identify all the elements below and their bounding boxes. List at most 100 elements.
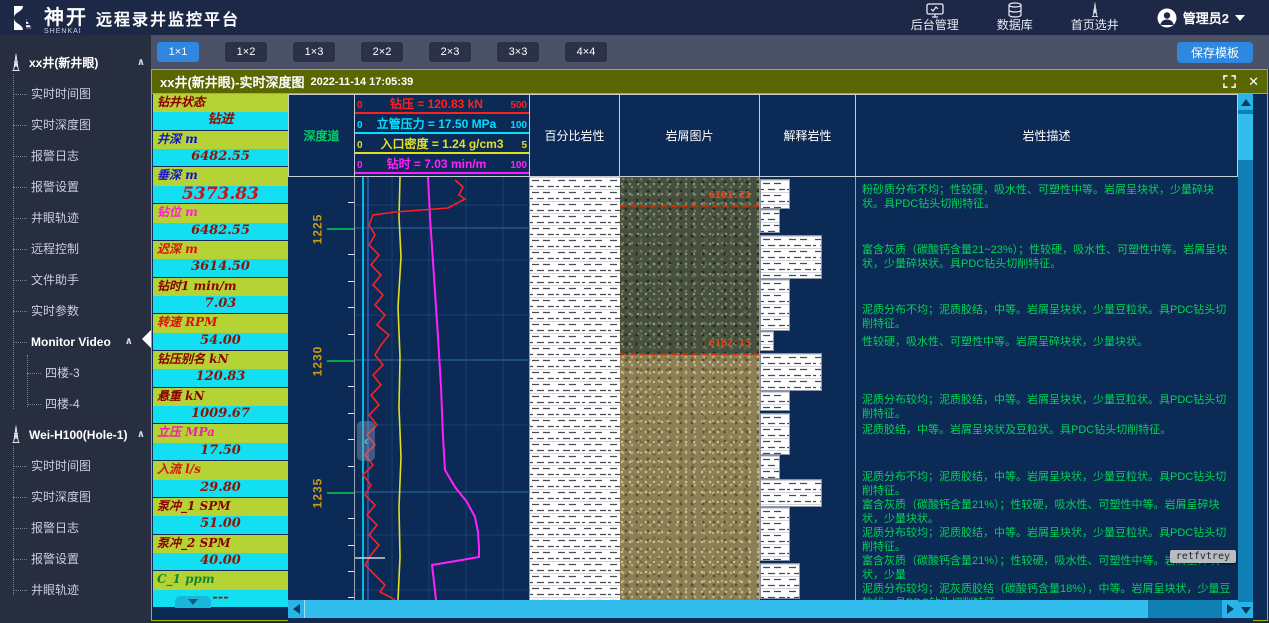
layout-button-4x4[interactable]: 4×4 xyxy=(565,42,607,62)
tree-stub xyxy=(13,497,27,498)
tree-stub xyxy=(27,373,41,374)
scroll-left-button[interactable] xyxy=(288,600,304,618)
collapse-chevron-icon[interactable]: ∧ xyxy=(137,429,145,440)
monitor-video-label: Monitor Video xyxy=(31,335,111,349)
item-label: 四楼-4 xyxy=(45,395,80,412)
sidebar-item-realtime-params[interactable]: 实时参数 xyxy=(13,295,151,326)
sidebar-item-alarm-log[interactable]: 报警日志 xyxy=(13,140,151,171)
depth-chart: 深度道 0 钻压 = 120.83 kN 500 0 立管压力 = 17.50 … xyxy=(288,94,1253,621)
well2-items: 实时时间图 实时深度图 报警日志 报警设置 井眼轨迹 xyxy=(13,450,151,605)
sidebar-item-realtime-depth-chart[interactable]: 实时深度图 xyxy=(13,109,151,140)
nav-admin-label: 后台管理 xyxy=(911,19,959,32)
layout-button-3x3[interactable]: 3×3 xyxy=(497,42,539,62)
item-label: 实时深度图 xyxy=(31,116,91,133)
lithology-description-column: 粉砂质分布不均；性较硬，吸水性、可塑性中等。岩屑呈块状，少量碎块状。具PDC钻头… xyxy=(856,177,1238,600)
tree-stub xyxy=(13,342,27,343)
sidebar-item-realtime-time-chart-2[interactable]: 实时时间图 xyxy=(13,450,151,481)
layout-button-1x3[interactable]: 1×3 xyxy=(293,42,335,62)
lithology-description: 粉砂质分布不均；性较硬，吸水性、可塑性中等。岩屑呈块状，少量碎块状。具PDC钻头… xyxy=(862,183,1232,211)
track-collapse-handle[interactable]: ‹ xyxy=(357,421,375,461)
tree-stub xyxy=(13,466,27,467)
param-row: 钻压别名 kN120.83 xyxy=(153,351,288,388)
sidebar-item-file-assistant[interactable]: 文件助手 xyxy=(13,264,151,295)
layout-button-2x2[interactable]: 2×2 xyxy=(361,42,403,62)
vertical-scrollbar[interactable] xyxy=(1238,94,1253,618)
save-template-button[interactable]: 保存模板 xyxy=(1177,42,1253,63)
sidebar-item-alarm-settings-2[interactable]: 报警设置 xyxy=(13,543,151,574)
tree-stub xyxy=(13,249,27,250)
tree-group-well2[interactable]: Wei-H100(Hole-1) ∧ xyxy=(0,419,151,450)
percent-lithology-column xyxy=(530,177,620,600)
layout-button-2x3[interactable]: 2×3 xyxy=(429,42,471,62)
scroll-down-button[interactable] xyxy=(1238,602,1253,618)
layout-button-1x1[interactable]: 1×1 xyxy=(157,42,199,62)
tree-group-monitor-video[interactable]: Monitor Video ∧ xyxy=(13,326,151,357)
tree-stub xyxy=(13,125,27,126)
item-label: 远程控制 xyxy=(31,240,79,257)
sidebar-item-camera-4f-3[interactable]: 四楼-3 xyxy=(27,357,151,388)
wob-curve xyxy=(363,180,465,600)
param-panel-toggle[interactable] xyxy=(175,596,211,608)
sidebar-item-well-trajectory[interactable]: 井眼轨迹 xyxy=(13,202,151,233)
param-label: 钻压别名 kN xyxy=(153,351,288,369)
vertical-scrollbar-thumb[interactable] xyxy=(1238,114,1253,160)
well-tree: xx井(新井眼) ∧ 实时时间图 实时深度图 报警日志 报警设置 井眼轨迹 远程… xyxy=(0,35,151,605)
user-menu[interactable]: 管理员2 xyxy=(1157,8,1245,28)
nav-database[interactable]: 数据库 xyxy=(997,2,1033,32)
curve-header-inlet-density[interactable]: 0 入口密度 = 1.24 g/cm3 5 xyxy=(355,137,529,154)
close-icon[interactable]: ✕ xyxy=(1248,75,1259,88)
expand-icon[interactable] xyxy=(1223,75,1236,88)
param-label: 井深 m xyxy=(153,131,288,149)
scroll-up-button[interactable] xyxy=(1238,94,1253,110)
tree-stub xyxy=(13,156,27,157)
curve-header-wob[interactable]: 0 钻压 = 120.83 kN 500 xyxy=(355,97,529,114)
curve-max: 500 xyxy=(510,100,527,113)
scroll-right-button[interactable] xyxy=(1222,600,1238,618)
lithology-block xyxy=(760,413,790,455)
tree-group-well1[interactable]: xx井(新井眼) ∧ xyxy=(0,47,151,78)
sidebar-item-alarm-settings[interactable]: 报警设置 xyxy=(13,171,151,202)
curve-header-standpipe-pressure[interactable]: 0 立管压力 = 17.50 MPa 100 xyxy=(355,117,529,134)
sidebar-item-well-trajectory-2[interactable]: 井眼轨迹 xyxy=(13,574,151,605)
sidebar-item-alarm-log-2[interactable]: 报警日志 xyxy=(13,512,151,543)
depth-label: 1230 xyxy=(310,346,324,377)
collapse-chevron-icon[interactable]: ∧ xyxy=(125,336,133,347)
item-label: 报警设置 xyxy=(31,550,79,567)
database-icon xyxy=(1007,2,1023,18)
param-row: 井深 m6482.55 xyxy=(153,131,288,168)
sidebar-item-realtime-time-chart[interactable]: 实时时间图 xyxy=(13,78,151,109)
user-name: 管理员2 xyxy=(1183,8,1229,27)
lithology-block xyxy=(760,279,790,331)
param-row: 钻井状态钻进 xyxy=(153,94,288,131)
sidebar-item-camera-4f-4[interactable]: 四楼-4 xyxy=(27,388,151,419)
chart-header: 深度道 0 钻压 = 120.83 kN 500 0 立管压力 = 17.50 … xyxy=(288,94,1253,177)
lithology-block xyxy=(760,179,790,209)
photo-depth-label: 6181.21 xyxy=(709,190,751,201)
panel-title: xx井(新井眼)-实时深度图 xyxy=(160,72,304,91)
param-row: 垂深 m5373.83 xyxy=(153,167,288,204)
sidebar-collapse-handle[interactable] xyxy=(142,330,151,348)
nav-home-well-select[interactable]: 首页选井 xyxy=(1071,2,1119,32)
param-value: 1009.67 xyxy=(153,406,288,423)
curve-label: 钻压 = 120.83 kN xyxy=(363,97,511,112)
chart-body: 1225 1230 1235 xyxy=(288,177,1253,600)
sidebar-item-realtime-depth-chart-2[interactable]: 实时深度图 xyxy=(13,481,151,512)
item-label: 实时时间图 xyxy=(31,457,91,474)
sidebar-item-remote-control[interactable]: 远程控制 xyxy=(13,233,151,264)
derrick-icon xyxy=(8,425,24,444)
layout-button-1x2[interactable]: 1×2 xyxy=(225,42,267,62)
depth-track: 1225 1230 1235 xyxy=(288,177,355,600)
horizontal-scrollbar-thumb[interactable] xyxy=(304,600,1148,618)
depth-major-tick xyxy=(327,228,354,230)
arrow-right-icon xyxy=(1227,604,1234,614)
param-row: 泵冲_1 SPM51.00 xyxy=(153,498,288,535)
collapse-chevron-icon[interactable]: ∧ xyxy=(137,57,145,68)
horizontal-scrollbar[interactable] xyxy=(288,600,1238,618)
nav-admin-console[interactable]: 后台管理 xyxy=(911,3,959,32)
param-row: 入流 l/s29.80 xyxy=(153,461,288,498)
curve-header-rop[interactable]: 0 钻时 = 7.03 min/m 100 xyxy=(355,157,529,174)
well1-name: xx井(新井眼) xyxy=(29,54,98,71)
lithology-block xyxy=(760,331,774,351)
hover-tooltip: retfvtrey xyxy=(1170,550,1236,563)
lithology-pattern xyxy=(530,177,620,600)
